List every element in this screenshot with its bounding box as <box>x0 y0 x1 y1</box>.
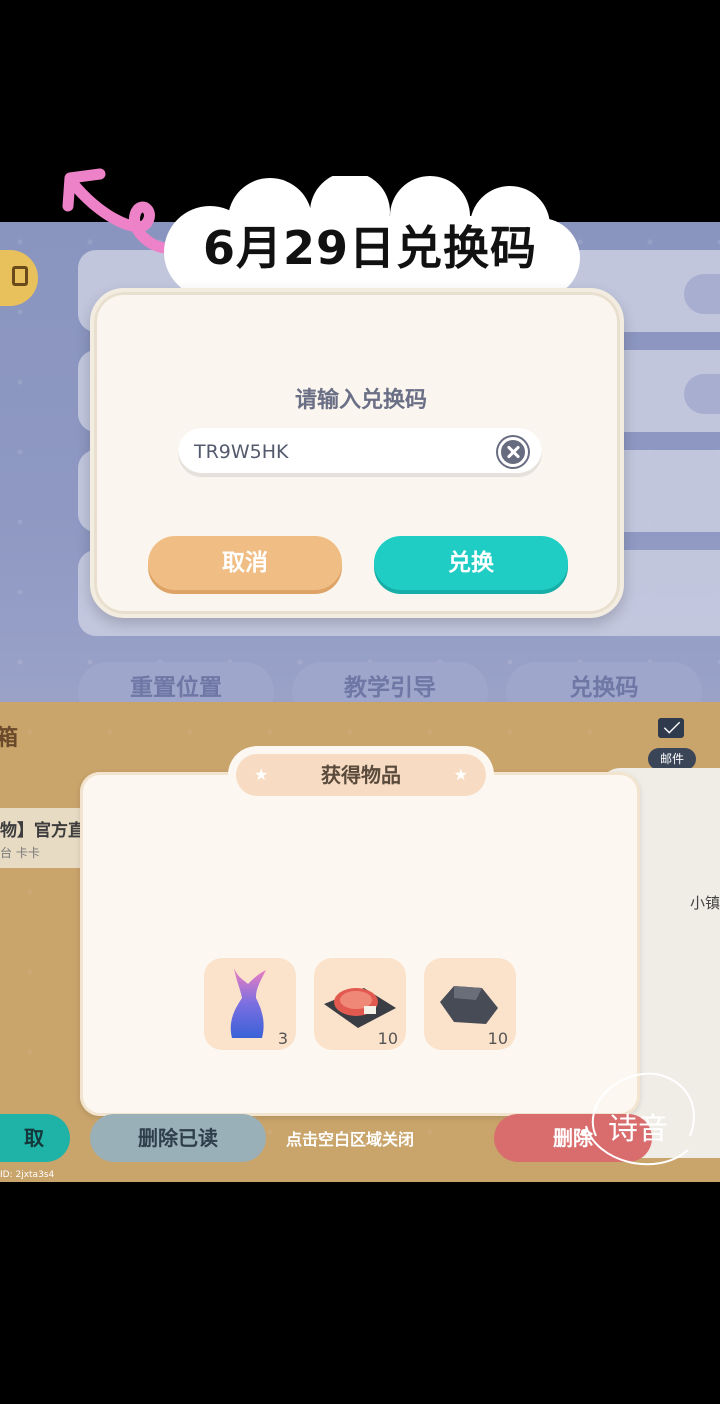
claim-button[interactable]: 取 <box>0 1114 70 1162</box>
close-hint[interactable]: 点击空白区域关闭 <box>286 1126 414 1150</box>
settings-tabs: 重置位置 教学引导 兑换码 <box>0 662 720 702</box>
redeem-code-button[interactable]: 兑换码 <box>506 662 702 702</box>
reward-count: 10 <box>377 1029 398 1048</box>
redeem-code-value: TR9W5HK <box>194 441 289 463</box>
reward-slot: 10 <box>424 958 516 1050</box>
mail-list-item[interactable]: 物】官方直 台 卡卡 <box>0 808 90 868</box>
mailbox-heading: 箱 <box>0 726 19 751</box>
menu-icon <box>12 266 28 286</box>
star-icon: ★ <box>453 765 468 784</box>
page-title: 6月29日兑换码 <box>202 221 538 275</box>
mail-item-title: 物】官方直 <box>0 821 85 841</box>
envelope-icon[interactable] <box>658 718 684 738</box>
reward-popup: 3 10 10 <box>80 772 640 1116</box>
tutorial-button[interactable]: 教学引导 <box>292 662 488 702</box>
redeem-code-input[interactable]: TR9W5HK <box>178 428 542 476</box>
settings-toggle[interactable] <box>684 374 720 414</box>
redeem-dialog: 请输入兑换码 TR9W5HK 取消 兑换 <box>90 288 624 618</box>
delete-read-button[interactable]: 删除已读 <box>90 1114 266 1162</box>
cancel-button[interactable]: 取消 <box>148 536 342 590</box>
mail-item-sender: 台 卡卡 <box>0 846 40 860</box>
mail-detail-text: 小镇 <box>690 894 720 912</box>
reward-title: 获得物品 <box>321 763 401 787</box>
redeem-button[interactable]: 兑换 <box>374 536 568 590</box>
reset-position-button[interactable]: 重置位置 <box>78 662 274 702</box>
star-icon: ★ <box>254 765 269 784</box>
mail-tab-label[interactable]: 邮件 <box>648 748 696 770</box>
settings-toggle[interactable] <box>684 274 720 314</box>
clear-icon[interactable] <box>498 437 528 467</box>
reward-slot: 10 <box>314 958 406 1050</box>
reward-count: 3 <box>277 1029 288 1048</box>
reward-title-tag: ★ 获得物品 ★ <box>232 750 490 800</box>
user-id: ID: 2jxta3s4 <box>0 1170 55 1180</box>
reward-count: 10 <box>487 1029 508 1048</box>
watermark-text: 诗音 <box>608 1112 668 1147</box>
reward-slot: 3 <box>204 958 296 1050</box>
dialog-title: 请输入兑换码 <box>294 388 427 413</box>
